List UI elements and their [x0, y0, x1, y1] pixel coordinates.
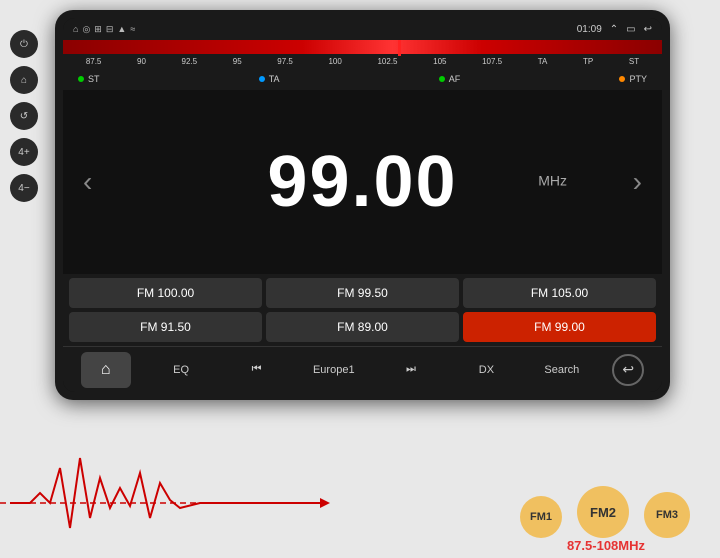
wifi-icon: ≈	[130, 24, 135, 34]
preset-4[interactable]: FM 91.50	[69, 312, 262, 342]
ta-indicator: TA	[259, 74, 280, 84]
af-dot	[439, 76, 445, 82]
clock: 01:09	[577, 24, 602, 35]
window-icon: ▭	[626, 24, 635, 35]
fm3-button[interactable]: FM3	[644, 492, 690, 538]
preset-5[interactable]: FM 89.00	[266, 312, 459, 342]
pty-text: PTY	[629, 74, 647, 84]
grid2-icon: ⊟	[106, 24, 114, 35]
grid-icon: ⊞	[94, 24, 102, 35]
power-button[interactable]: ⏻	[10, 30, 38, 58]
location-icon: ◎	[82, 24, 90, 35]
side-buttons: ⏻ ⌂ ↺ 4+ 4−	[10, 30, 38, 202]
home-side-button[interactable]: ⌂	[10, 66, 38, 94]
freq-tick-87: 87.5	[86, 57, 102, 66]
next-button[interactable]: ⏭	[386, 352, 436, 388]
status-bar: ⌂ ◎ ⊞ ⊟ ▲ ≈ 01:09 ⌃ ▭ ↩	[63, 18, 662, 40]
freq-tick-92: 92.5	[182, 57, 198, 66]
fm1-button[interactable]: FM1	[520, 496, 562, 538]
freq-scale: 87.5 90 92.5 95 97.5 100 102.5 105 107.5…	[63, 54, 662, 68]
freq-unit: MHz	[538, 172, 567, 188]
frequency-display: ‹ 99.00 MHz ›	[63, 90, 662, 274]
freq-needle	[398, 40, 401, 56]
search-button[interactable]: Search	[537, 352, 587, 388]
fm-labels: FM1 FM2 FM3	[520, 486, 690, 538]
af-text: AF	[449, 74, 461, 84]
st-label: ST	[629, 57, 639, 66]
device-shell: ⌂ ◎ ⊞ ⊟ ▲ ≈ 01:09 ⌃ ▭ ↩ 87.5 90 92.5 9	[55, 10, 670, 400]
st-text: ST	[88, 74, 100, 84]
eq-button[interactable]: EQ	[156, 352, 206, 388]
signal-icon: ▲	[117, 24, 126, 34]
freq-tick-95: 95	[233, 57, 242, 66]
region-button[interactable]: Europe1	[307, 352, 361, 388]
main-frequency: 99.00	[267, 146, 457, 218]
preset-6[interactable]: FM 99.00	[463, 312, 656, 342]
back-side-button[interactable]: ↺	[10, 102, 38, 130]
fm3-circle: FM3	[644, 492, 690, 538]
next-freq-button[interactable]: ›	[633, 166, 642, 198]
st-dot	[78, 76, 84, 82]
home-button[interactable]: ⌂	[81, 352, 131, 388]
status-right: 01:09 ⌃ ▭ ↩	[577, 24, 652, 35]
fm2-circle: FM2	[577, 486, 629, 538]
freq-tick-107: 107.5	[482, 57, 502, 66]
waveform-section	[0, 438, 420, 538]
waveform-svg	[0, 438, 420, 538]
pty-indicator: PTY	[619, 74, 647, 84]
st-indicator: ST	[78, 74, 100, 84]
af-indicator: AF	[439, 74, 461, 84]
pty-dot	[619, 76, 625, 82]
status-left-icons: ⌂ ◎ ⊞ ⊟ ▲ ≈	[73, 24, 135, 35]
prev-button[interactable]: ⏮	[232, 352, 282, 388]
preset-1[interactable]: FM 100.00	[69, 278, 262, 308]
chevron-up-icon: ⌃	[610, 24, 618, 35]
freq-tick-97: 97.5	[277, 57, 293, 66]
preset-3[interactable]: FM 105.00	[463, 278, 656, 308]
vol-up-button[interactable]: 4+	[10, 138, 38, 166]
freq-tick-100: 100	[328, 57, 341, 66]
screen: ⌂ ◎ ⊞ ⊟ ▲ ≈ 01:09 ⌃ ▭ ↩ 87.5 90 92.5 9	[63, 18, 662, 392]
vol-down-button[interactable]: 4−	[10, 174, 38, 202]
presets-grid: FM 100.00 FM 99.50 FM 105.00 FM 91.50 FM…	[63, 274, 662, 346]
freq-tick-90: 90	[137, 57, 146, 66]
dx-button[interactable]: DX	[461, 352, 511, 388]
frequency-bar: 87.5 90 92.5 95 97.5 100 102.5 105 107.5…	[63, 40, 662, 68]
back-icon: ↩	[644, 24, 652, 35]
fm1-circle: FM1	[520, 496, 562, 538]
fm-freq-range: 87.5-108MHz	[567, 538, 645, 553]
home-status-icon: ⌂	[73, 24, 78, 34]
prev-freq-button[interactable]: ‹	[83, 166, 92, 198]
toolbar: ⌂ EQ ⏮ Europe1 ⏭ DX Search ↩	[63, 346, 662, 392]
ta-label: TA	[538, 57, 548, 66]
ta-text: TA	[269, 74, 280, 84]
back-button[interactable]: ↩	[612, 354, 644, 386]
freq-tick-102: 102.5	[377, 57, 397, 66]
ta-dot	[259, 76, 265, 82]
tp-label: TP	[583, 57, 593, 66]
fm2-button[interactable]: FM2	[577, 486, 629, 538]
preset-2[interactable]: FM 99.50	[266, 278, 459, 308]
radio-info-row: ST TA AF PTY	[63, 68, 662, 90]
freq-tick-105: 105	[433, 57, 446, 66]
